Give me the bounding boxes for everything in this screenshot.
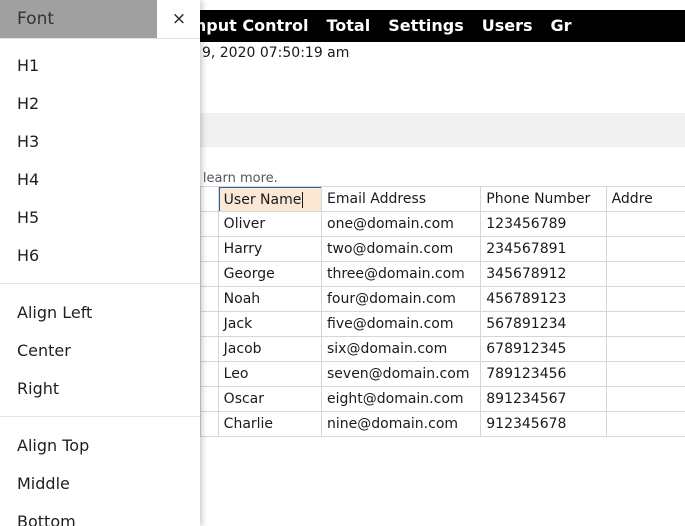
cell-address[interactable] bbox=[605, 211, 685, 237]
cell-user-name[interactable]: Oliver bbox=[217, 211, 323, 237]
cell-user-name[interactable]: Charlie bbox=[217, 411, 323, 437]
cell-phone-number[interactable]: 678912345 bbox=[480, 336, 607, 362]
panel-separator bbox=[0, 283, 200, 284]
row-header-cell[interactable] bbox=[200, 361, 219, 387]
table-row: George three@domain.com 345678912 bbox=[200, 261, 685, 287]
table-row: Charlie nine@domain.com 912345678 bbox=[200, 411, 685, 437]
panel-title-area: Font bbox=[0, 0, 157, 38]
table-row: Oliver one@domain.com 123456789 bbox=[200, 211, 685, 237]
cell-user-name[interactable]: Jack bbox=[217, 311, 323, 337]
row-header-cell[interactable] bbox=[200, 236, 219, 262]
cell-phone-number[interactable]: 123456789 bbox=[480, 211, 607, 237]
cell-email-address[interactable]: nine@domain.com bbox=[320, 411, 482, 437]
cell-user-name[interactable]: George bbox=[217, 261, 323, 287]
panel-item-align-left[interactable]: Align Left bbox=[0, 293, 200, 331]
cell-phone-number[interactable]: 567891234 bbox=[480, 311, 607, 337]
cell-email-address[interactable]: two@domain.com bbox=[320, 236, 482, 262]
panel-item-align-top[interactable]: Align Top bbox=[0, 426, 200, 464]
cell-phone-number[interactable]: 234567891 bbox=[480, 236, 607, 262]
cell-phone-number[interactable]: 891234567 bbox=[480, 386, 607, 412]
table-row: Leo seven@domain.com 789123456 bbox=[200, 361, 685, 387]
table-corner-cell[interactable] bbox=[200, 186, 219, 212]
row-header-cell[interactable] bbox=[200, 411, 219, 437]
panel-separator bbox=[0, 416, 200, 417]
column-header-address[interactable]: Addre bbox=[605, 186, 685, 212]
panel-item-h3[interactable]: H3 bbox=[0, 122, 200, 160]
cell-address[interactable] bbox=[605, 386, 685, 412]
panel-top-spacer bbox=[0, 39, 200, 46]
font-side-panel: Font × H1 H2 H3 H4 H5 H6 Align Left Center Right… bbox=[0, 0, 200, 526]
table-row: Harry two@domain.com 234567891 bbox=[200, 236, 685, 262]
cell-email-address[interactable]: one@domain.com bbox=[320, 211, 482, 237]
panel-item-h1[interactable]: H1 bbox=[0, 46, 200, 84]
cell-email-address[interactable]: four@domain.com bbox=[320, 286, 482, 312]
panel-title: Font bbox=[17, 9, 55, 29]
cell-user-name[interactable]: Jacob bbox=[217, 336, 323, 362]
cell-address[interactable] bbox=[605, 361, 685, 387]
menu-item-users[interactable]: Users bbox=[482, 18, 533, 34]
panel-header: Font × bbox=[0, 0, 200, 38]
menu-item-total[interactable]: Total bbox=[326, 18, 370, 34]
table-row: Jacob six@domain.com 678912345 bbox=[200, 336, 685, 362]
menu-item-input-control[interactable]: Input Control bbox=[189, 18, 309, 34]
column-header-email-address[interactable]: Email Address bbox=[320, 186, 482, 212]
cell-user-name[interactable]: Leo bbox=[217, 361, 323, 387]
panel-menu-list: H1 H2 H3 H4 H5 H6 Align Left Center Right Align T… bbox=[0, 46, 200, 526]
column-header-user-name[interactable]: User Name bbox=[217, 186, 323, 212]
menu-item-gr[interactable]: Gr bbox=[551, 18, 572, 34]
user-data-table: User Name Email Address Phone Number Add… bbox=[200, 186, 685, 437]
panel-item-h5[interactable]: H5 bbox=[0, 198, 200, 236]
panel-item-h2[interactable]: H2 bbox=[0, 84, 200, 122]
cell-address[interactable] bbox=[605, 311, 685, 337]
menu-item-settings[interactable]: Settings bbox=[388, 18, 464, 34]
table-row: Noah four@domain.com 456789123 bbox=[200, 286, 685, 312]
table-header-row: User Name Email Address Phone Number Add… bbox=[200, 186, 685, 212]
row-header-cell[interactable] bbox=[200, 386, 219, 412]
close-icon[interactable]: × bbox=[167, 8, 191, 30]
cell-edit-box[interactable]: User Name bbox=[219, 187, 321, 211]
panel-item-middle[interactable]: Middle bbox=[0, 464, 200, 502]
panel-item-h4[interactable]: H4 bbox=[0, 160, 200, 198]
panel-item-center[interactable]: Center bbox=[0, 331, 200, 369]
cell-email-address[interactable]: three@domain.com bbox=[320, 261, 482, 287]
cell-email-address[interactable]: six@domain.com bbox=[320, 336, 482, 362]
row-header-cell[interactable] bbox=[200, 211, 219, 237]
cell-address[interactable] bbox=[605, 286, 685, 312]
panel-item-bottom[interactable]: Bottom bbox=[0, 502, 200, 526]
row-header-cell[interactable] bbox=[200, 311, 219, 337]
cell-phone-number[interactable]: 456789123 bbox=[480, 286, 607, 312]
cell-phone-number[interactable]: 345678912 bbox=[480, 261, 607, 287]
column-header-phone-number[interactable]: Phone Number bbox=[480, 186, 607, 212]
cell-email-address[interactable]: eight@domain.com bbox=[320, 386, 482, 412]
cell-user-name[interactable]: Harry bbox=[217, 236, 323, 262]
cell-address[interactable] bbox=[605, 261, 685, 287]
panel-item-right[interactable]: Right bbox=[0, 369, 200, 407]
cell-user-name[interactable]: Noah bbox=[217, 286, 323, 312]
data-table-container: User Name Email Address Phone Number Add… bbox=[200, 186, 685, 437]
panel-group: H1 H2 H3 H4 H5 H6 bbox=[0, 46, 200, 274]
cell-address[interactable] bbox=[605, 236, 685, 262]
panel-group: Align Left Center Right bbox=[0, 293, 200, 407]
panel-item-h6[interactable]: H6 bbox=[0, 236, 200, 274]
cell-address[interactable] bbox=[605, 336, 685, 362]
panel-group: Align Top Middle Bottom bbox=[0, 426, 200, 526]
row-header-cell[interactable] bbox=[200, 286, 219, 312]
cell-edit-value: User Name bbox=[223, 191, 302, 208]
cell-address[interactable] bbox=[605, 411, 685, 437]
cell-email-address[interactable]: seven@domain.com bbox=[320, 361, 482, 387]
cell-email-address[interactable]: five@domain.com bbox=[320, 311, 482, 337]
cell-phone-number[interactable]: 912345678 bbox=[480, 411, 607, 437]
table-body: Oliver one@domain.com 123456789 Harry two@do… bbox=[200, 211, 685, 437]
text-caret bbox=[302, 191, 304, 208]
row-header-cell[interactable] bbox=[200, 261, 219, 287]
table-row: Jack five@domain.com 567891234 bbox=[200, 311, 685, 337]
table-row: Oscar eight@domain.com 891234567 bbox=[200, 386, 685, 412]
cell-user-name[interactable]: Oscar bbox=[217, 386, 323, 412]
cell-phone-number[interactable]: 789123456 bbox=[480, 361, 607, 387]
row-header-cell[interactable] bbox=[200, 336, 219, 362]
